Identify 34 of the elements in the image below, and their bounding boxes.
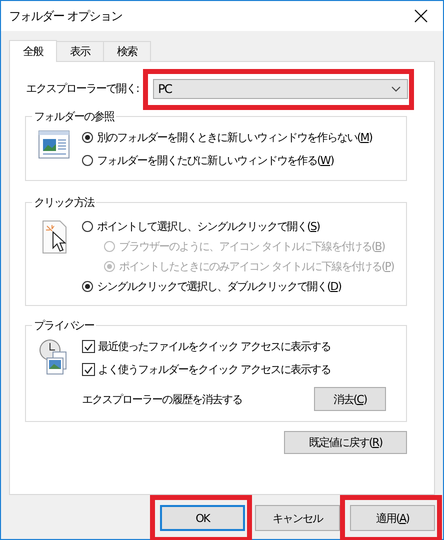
option-label[interactable]: シングルクリックで選択し、ダブルクリックで開く(D) — [97, 278, 342, 294]
option-label[interactable]: ポイントして選択し、シングルクリックで開く(S) — [97, 218, 320, 234]
check-icon — [84, 366, 93, 374]
option-label[interactable]: フォルダーを開くたびに新しいウィンドウを作る(W) — [97, 153, 334, 168]
tab[interactable]: 全般 — [9, 40, 57, 62]
option-label[interactable]: 別のフォルダーを開くときに新しいウィンドウを作らない(M) — [97, 130, 372, 145]
clock-icon — [39, 339, 69, 375]
dropdown[interactable]: PC — [153, 78, 408, 98]
radio-button[interactable] — [82, 155, 93, 166]
dialog-button[interactable]: キャンセル — [255, 505, 340, 531]
window-icon — [38, 130, 70, 159]
dropdown-value: PC — [158, 82, 172, 96]
option-label: エクスプローラーの履歴を消去する — [82, 392, 242, 406]
clear-button[interactable]: 消去(C) — [314, 387, 386, 411]
group-title: クリック方法 — [33, 195, 96, 210]
radio-button[interactable] — [82, 132, 93, 143]
reset-button[interactable]: 既定値に戻す(R) — [284, 431, 407, 454]
check-icon — [84, 342, 93, 350]
option-label[interactable]: よく使うフォルダーをクイック アクセスに表示する — [98, 362, 330, 377]
cursor-icon — [41, 220, 67, 254]
chevron-icon — [391, 86, 401, 92]
group-title: プライバシー — [33, 318, 95, 333]
checkbox[interactable] — [82, 340, 95, 353]
tab[interactable]: 検索 — [103, 41, 151, 61]
radio-button[interactable] — [82, 280, 93, 292]
group-title: フォルダーの参照 — [33, 109, 116, 124]
option-label[interactable]: 最近使ったファイルをクイック アクセスに表示する — [98, 339, 330, 354]
dialog-button[interactable]: 適用(A) — [350, 505, 435, 531]
window-title: フォルダー オプション — [9, 8, 122, 24]
field-label: エクスプローラーで開く: — [25, 81, 139, 96]
radio-button[interactable] — [82, 220, 93, 232]
checkbox[interactable] — [82, 363, 95, 376]
close-icon — [414, 9, 428, 23]
dialog-button[interactable]: OK — [160, 505, 245, 531]
